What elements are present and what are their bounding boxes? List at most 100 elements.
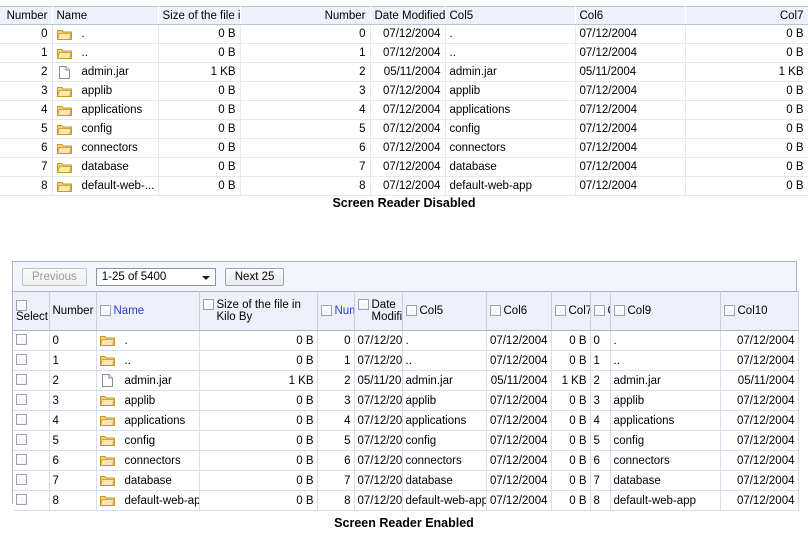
row-select-checkbox[interactable] — [16, 353, 27, 365]
cell-number-2: 1 — [317, 350, 355, 371]
cell-col5: connectors — [445, 138, 576, 158]
cell-select[interactable] — [13, 410, 50, 431]
file-name-label: applications — [81, 104, 143, 116]
cell-select[interactable] — [13, 350, 50, 371]
cell-col8: 2 — [590, 370, 611, 391]
column-checkbox[interactable] — [554, 305, 566, 316]
cell-number: 6 — [0, 138, 53, 158]
column-header-col6-7[interactable]: Col6 — [486, 291, 552, 331]
file-name-label: default-web-app — [124, 494, 199, 507]
row-select-checkbox[interactable] — [16, 413, 27, 425]
table-row[interactable]: 7database0 B707/12/2004database07/12/200… — [0, 157, 808, 177]
row-select-checkbox[interactable] — [16, 453, 27, 465]
select-all-checkbox[interactable] — [16, 299, 27, 311]
cell-select[interactable] — [13, 390, 50, 411]
column-header-date-modified[interactable]: Date Modified — [370, 6, 446, 25]
table-row[interactable]: 2admin.jar1 KB205/11/2004admin.jar05/11/… — [13, 370, 799, 391]
page-range-select[interactable]: 1-25 of 5400 — [95, 267, 216, 286]
table-row[interactable]: 6connectors0 B607/12/2004connectors07/12… — [0, 138, 808, 158]
column-checkbox[interactable] — [405, 305, 417, 316]
chevron-down-icon — [201, 275, 210, 280]
table-row[interactable]: 0.0 B 0 07/12/2004. 07/12/2004 0 B — [0, 24, 808, 44]
cell-select[interactable] — [13, 450, 50, 471]
column-header-col7[interactable]: Col7 — [685, 6, 808, 25]
column-checkbox[interactable] — [593, 305, 605, 316]
column-header-col5-6[interactable]: Col5 — [402, 291, 487, 331]
cell-select[interactable] — [13, 470, 50, 491]
column-header-label: Name — [113, 305, 145, 317]
cell-size: 0 B — [199, 410, 318, 431]
table-row[interactable]: 5 config 0 B 5 07/12/2004 config 07/12/2004 0 B — [0, 119, 808, 139]
table-row[interactable]: 4applications0 B407/12/2004applications0… — [13, 410, 799, 431]
cell-name: applications — [52, 100, 159, 120]
column-header-col6[interactable]: Col6 — [575, 6, 686, 25]
cell-col5: admin.jar — [402, 370, 487, 391]
column-header-col10-11[interactable]: Col10 — [720, 291, 799, 331]
column-header-col8-9[interactable]: Col8 — [590, 291, 611, 331]
cell-number-2: 7 — [240, 157, 371, 177]
cell-col7: 0 B — [551, 410, 591, 431]
cell-date-modified: 07/12/2004 — [370, 81, 446, 101]
row-select-checkbox[interactable] — [16, 433, 27, 445]
file-icon — [57, 65, 72, 79]
file-name-label: database — [81, 161, 129, 173]
folder-icon — [99, 474, 115, 487]
table-row[interactable]: 1.. 0 B 1 07/12/2004.. 07/12/2004 0 B — [0, 43, 808, 63]
table-row[interactable]: 3 applib 0 B 3 07/12/2004 applib 07/12/2004 0 B — [0, 81, 808, 101]
table-row[interactable]: 5config0 B507/12/2004config07/12/20040 B… — [13, 430, 799, 451]
column-header-col9-10[interactable]: Col9 — [610, 291, 721, 331]
table-row[interactable]: 1..0 B107/12/2004..07/12/20040 B1..07/12… — [13, 350, 799, 371]
cell-col6: 07/12/2004 — [486, 410, 552, 431]
cell-col6: 05/11/2004 — [575, 62, 686, 82]
next-button[interactable]: Next 25 — [224, 267, 285, 286]
column-checkbox[interactable] — [723, 305, 735, 316]
row-select-checkbox[interactable] — [16, 333, 27, 345]
table-row[interactable]: 7database0 B707/12/2004database07/12/200… — [13, 470, 799, 491]
table-row[interactable]: 3applib0 B307/12/2004applib07/12/20040 B… — [13, 390, 799, 411]
column-header-date-modified-5[interactable]: Date Modified — [354, 291, 403, 331]
table-row[interactable]: 8default-web-app0 B807/12/2004default-we… — [13, 490, 799, 511]
table-row[interactable]: 2admin.jar1 KB205/11/2004admin.jar05/11/… — [0, 62, 808, 82]
row-select-checkbox[interactable] — [16, 493, 27, 505]
column-checkbox[interactable] — [99, 305, 111, 316]
file-name-label: . — [81, 28, 85, 40]
column-checkbox[interactable] — [357, 299, 369, 310]
row-select-checkbox[interactable] — [16, 393, 27, 405]
cell-select[interactable] — [13, 430, 50, 451]
column-header-name[interactable]: Name — [52, 6, 159, 25]
column-header-number[interactable]: Number — [0, 6, 53, 25]
column-checkbox[interactable] — [489, 305, 501, 316]
column-header-col7-8[interactable]: Col7 — [551, 291, 591, 331]
cell-size: 0 B — [158, 24, 241, 44]
previous-button[interactable]: Previous — [22, 267, 87, 286]
column-header-number-4[interactable]: Number — [317, 291, 355, 331]
row-select-checkbox[interactable] — [16, 373, 27, 385]
column-checkbox[interactable] — [320, 305, 332, 316]
column-header-name-2[interactable]: Name — [96, 291, 200, 331]
file-name-label: applib — [124, 394, 156, 407]
column-header-number-2[interactable]: Number — [240, 6, 371, 25]
column-header-col5[interactable]: Col5 — [445, 6, 576, 25]
column-checkbox[interactable] — [613, 305, 625, 316]
cell-select[interactable] — [13, 370, 50, 391]
column-header-size[interactable]: Size of the file in Kilo I — [158, 6, 241, 25]
cell-col7: 0 B — [551, 330, 591, 351]
cell-col6: 07/12/2004 — [575, 157, 686, 177]
column-checkbox[interactable] — [202, 299, 214, 310]
column-header-number-1[interactable]: Number — [49, 291, 97, 331]
table-row[interactable]: 0.0 B007/12/2004.07/12/20040 B0.07/12/20… — [13, 330, 799, 351]
cell-select[interactable] — [13, 330, 50, 351]
table-row[interactable]: 6connectors0 B607/12/2004connectors07/12… — [13, 450, 799, 471]
cell-date-modified: 07/12/2004 — [354, 430, 403, 451]
cell-select[interactable] — [13, 490, 50, 511]
cell-col5: default-web-app — [402, 490, 487, 511]
cell-col5: . — [402, 330, 487, 351]
column-header-select-0[interactable]: Select — [13, 291, 50, 331]
column-header-size-of-the-file-in-kilo-by-3[interactable]: Size of the file in Kilo By — [199, 291, 318, 331]
table-row[interactable]: 8 default-web-... 0 B 8 07/12/2004 default-we… — [0, 176, 808, 196]
cell-number: 3 — [0, 81, 53, 101]
table-row[interactable]: 4applications0 B407/12/2004applications0… — [0, 100, 808, 120]
cell-col6: 07/12/2004 — [486, 450, 552, 471]
cell-number: 5 — [0, 119, 53, 139]
row-select-checkbox[interactable] — [16, 473, 27, 485]
